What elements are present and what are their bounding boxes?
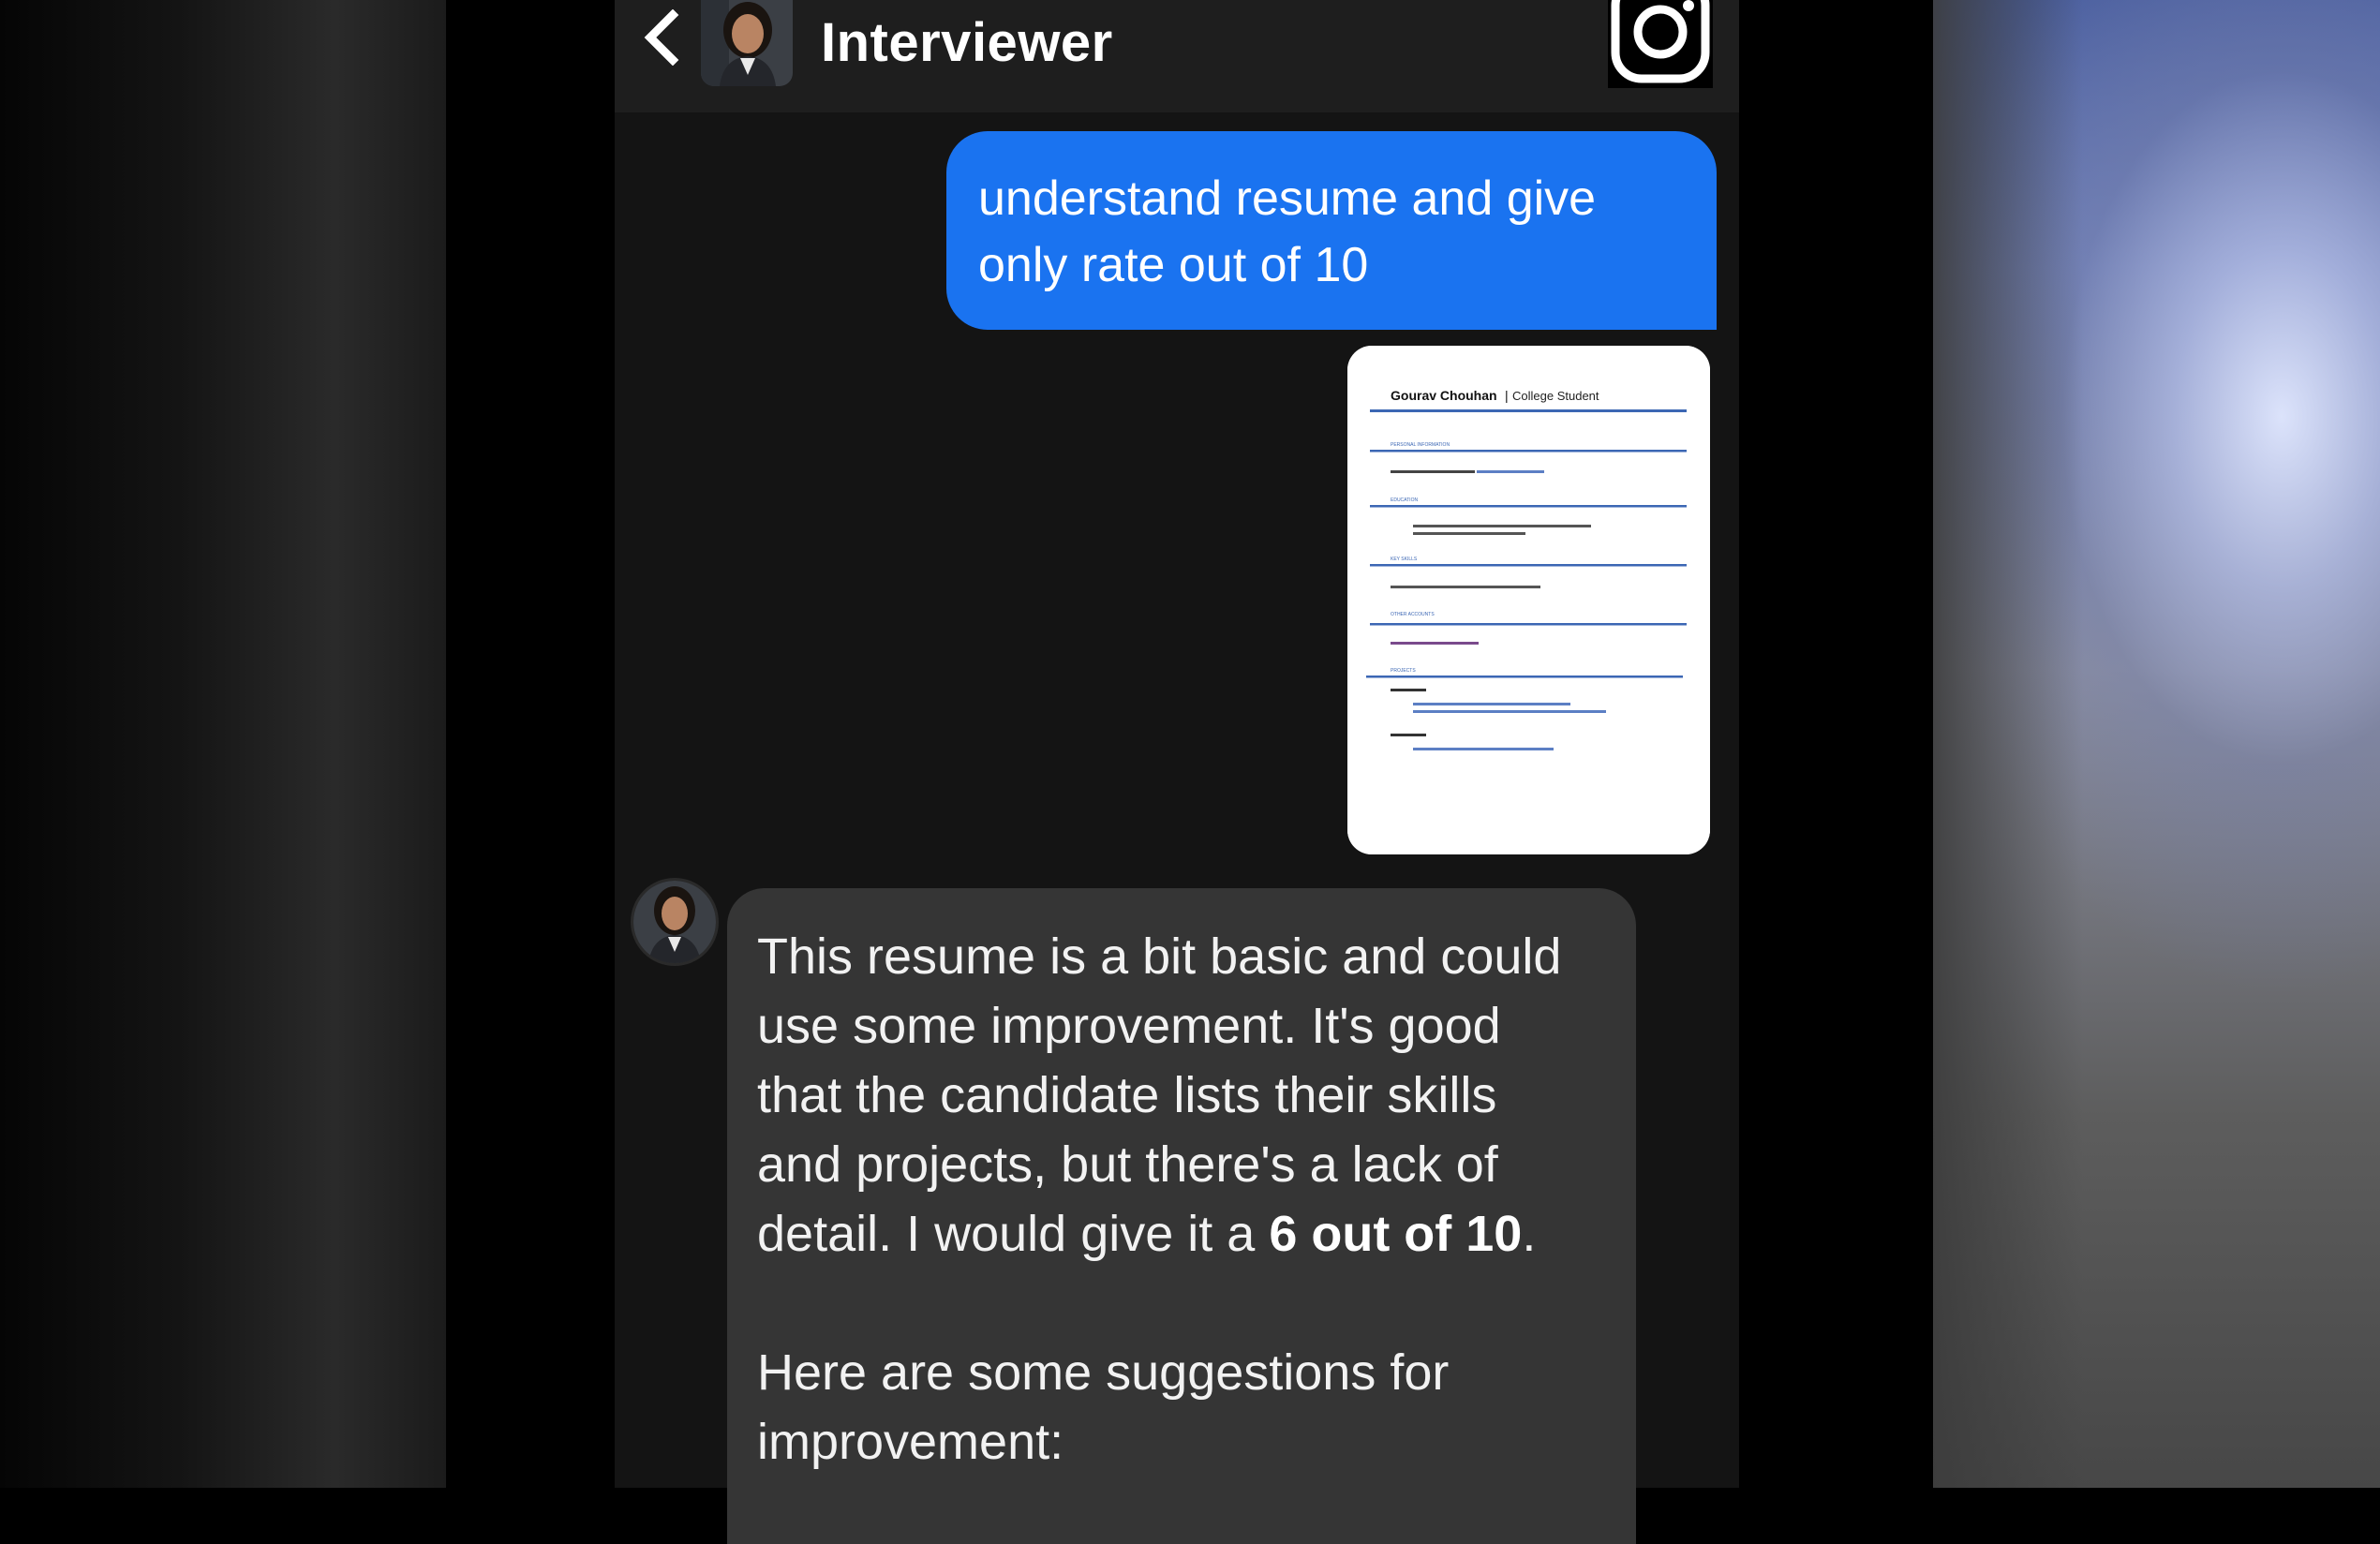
background-right-shade xyxy=(1933,0,2083,1488)
resume-role: College Student xyxy=(1512,389,1599,403)
user-message-bubble: understand resume and give only rate out… xyxy=(946,131,1717,330)
resume-attachment[interactable]: Gourav Chouhan | College Student PERSONA… xyxy=(1347,346,1710,854)
rating-text: 6 out of 10 xyxy=(1269,1206,1523,1262)
avatar[interactable] xyxy=(701,0,793,86)
svg-text:|: | xyxy=(1505,388,1509,403)
bot-message-line: This resume is a bit basic and could xyxy=(757,928,1562,985)
instagram-icon[interactable] xyxy=(1608,0,1713,88)
bot-avatar[interactable] xyxy=(631,878,719,966)
page-title: Interviewer xyxy=(821,12,1113,73)
bot-message-line: and projects, but there's a lack of xyxy=(757,1136,1498,1193)
bot-message-text: . xyxy=(1522,1206,1537,1262)
bot-message-bubble: This resume is a bit basic and could use… xyxy=(727,888,1636,1544)
resume-section-projects: PROJECTS xyxy=(1391,668,1416,674)
resume-section-skills: KEY SKILLS xyxy=(1391,557,1418,562)
chat-header: Interviewer xyxy=(615,0,1739,112)
user-message-text: understand resume and give only rate out… xyxy=(978,171,1597,292)
resume-name: Gourav Chouhan xyxy=(1391,388,1497,403)
suggestions-intro: Here are some suggestions for xyxy=(757,1344,1450,1401)
bot-message-line: that the candidate lists their skills xyxy=(757,1067,1497,1123)
resume-section-personal: PERSONAL INFORMATION xyxy=(1391,442,1450,448)
bot-message-line: detail. I would give it a 6 out of 10. xyxy=(757,1199,1610,1269)
bot-message-line: use some improvement. It's good xyxy=(757,998,1501,1054)
background-bar xyxy=(446,0,615,1488)
chevron-left-icon[interactable] xyxy=(641,8,682,67)
suggestions-intro: improvement: xyxy=(757,1414,1064,1470)
resume-section-education: EDUCATION xyxy=(1391,497,1418,503)
resume-section-accounts: OTHER ACCOUNTS xyxy=(1391,612,1435,617)
bot-message-text: detail. I would give it a xyxy=(757,1206,1270,1262)
background-left xyxy=(0,0,446,1488)
